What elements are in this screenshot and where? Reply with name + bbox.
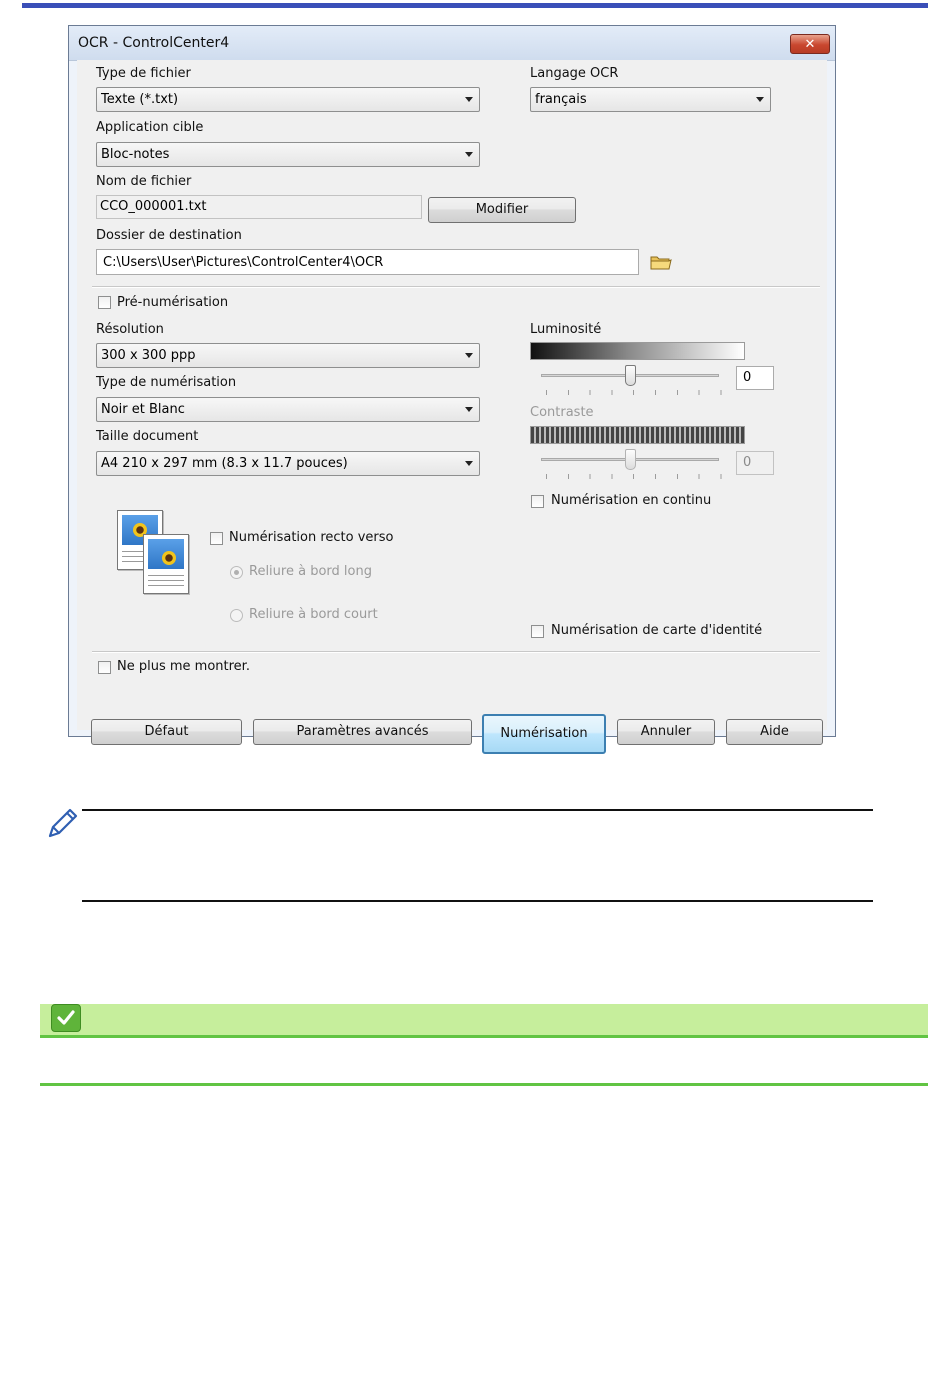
long-edge-radio[interactable] <box>230 566 243 579</box>
chevron-down-icon <box>756 97 764 102</box>
scan-type-select[interactable]: Noir et Blanc <box>96 397 480 422</box>
cancel-button[interactable]: Annuler <box>617 719 715 745</box>
sunflower-icon <box>162 551 176 565</box>
file-type-value: Texte (*.txt) <box>101 92 179 107</box>
chevron-down-icon <box>465 353 473 358</box>
brightness-label: Luminosité <box>530 322 602 337</box>
prescan-label: Pré-numérisation <box>117 295 229 310</box>
chevron-down-icon <box>465 97 473 102</box>
doc-size-label: Taille document <box>96 429 199 444</box>
related-info-bottom-rule <box>40 1083 928 1086</box>
chevron-down-icon <box>465 152 473 157</box>
ocr-dialog: OCR - ControlCenter4 ✕ Type de fichier T… <box>68 25 836 754</box>
close-icon: ✕ <box>804 37 816 52</box>
destination-field[interactable]: C:\Users\User\Pictures\ControlCenter4\OC… <box>96 249 639 275</box>
scan-type-value: Noir et Blanc <box>101 402 185 417</box>
help-button[interactable]: Aide <box>726 719 823 745</box>
modify-button[interactable]: Modifier <box>428 197 576 223</box>
file-type-select[interactable]: Texte (*.txt) <box>96 87 480 112</box>
prescan-checkbox[interactable] <box>98 296 111 309</box>
text-line <box>148 575 184 576</box>
advanced-settings-button[interactable]: Paramètres avancés <box>253 719 472 745</box>
chevron-down-icon <box>465 407 473 412</box>
contrast-label: Contraste <box>530 405 594 420</box>
duplex-illustration-back <box>143 534 189 594</box>
default-button[interactable]: Défaut <box>91 719 242 745</box>
file-name-label: Nom de fichier <box>96 174 192 189</box>
note-top-rule <box>82 809 873 811</box>
page-top-bar <box>22 3 928 8</box>
dialog-title: OCR - ControlCenter4 <box>78 35 230 51</box>
note-bottom-rule <box>82 900 873 902</box>
checkmark-icon <box>51 1004 81 1032</box>
continuous-checkbox[interactable] <box>531 495 544 508</box>
separator <box>92 651 820 653</box>
folder-icon[interactable] <box>650 253 672 271</box>
related-info-band <box>40 1004 928 1036</box>
contrast-slider[interactable] <box>624 449 636 470</box>
dialog-body: Type de fichier Texte (*.txt) Langage OC… <box>77 60 827 754</box>
text-line <box>148 585 184 586</box>
file-name-field: CCO_000001.txt <box>96 195 422 219</box>
chevron-down-icon <box>465 461 473 466</box>
related-info-rule <box>40 1035 928 1038</box>
dont-show-checkbox[interactable] <box>98 661 111 674</box>
photo-icon <box>148 539 184 569</box>
separator <box>92 286 820 288</box>
duplex-label: Numérisation recto verso <box>229 530 394 545</box>
ocr-language-select[interactable]: français <box>530 87 771 112</box>
destination-label: Dossier de destination <box>96 228 242 243</box>
brightness-input[interactable]: 0 <box>736 366 774 390</box>
continuous-label: Numérisation en continu <box>551 493 712 508</box>
contrast-input[interactable]: 0 <box>736 451 774 475</box>
resolution-select[interactable]: 300 x 300 ppp <box>96 343 480 368</box>
close-button[interactable]: ✕ <box>790 34 830 54</box>
scan-button[interactable]: Numérisation <box>482 714 606 754</box>
ocr-language-label: Langage OCR <box>530 66 619 81</box>
duplex-checkbox[interactable] <box>210 532 223 545</box>
id-card-label: Numérisation de carte d'identité <box>551 623 763 638</box>
contrast-value: 0 <box>743 455 752 470</box>
pencil-icon <box>48 808 78 838</box>
file-type-label: Type de fichier <box>96 66 191 81</box>
ocr-language-value: français <box>535 92 587 107</box>
target-app-label: Application cible <box>96 120 204 135</box>
id-card-checkbox[interactable] <box>531 625 544 638</box>
brightness-slider[interactable] <box>624 365 636 386</box>
brightness-value: 0 <box>743 370 752 385</box>
target-app-select[interactable]: Bloc-notes <box>96 142 480 167</box>
long-edge-label: Reliure à bord long <box>249 564 372 579</box>
file-name-value: CCO_000001.txt <box>100 199 207 214</box>
resolution-value: 300 x 300 ppp <box>101 348 196 363</box>
brightness-ticks <box>546 390 722 395</box>
contrast-ticks <box>546 474 722 479</box>
dont-show-label: Ne plus me montrer. <box>117 659 250 674</box>
short-edge-label: Reliure à bord court <box>249 607 378 622</box>
scan-type-label: Type de numérisation <box>96 375 237 390</box>
doc-size-value: A4 210 x 297 mm (8.3 x 11.7 pouces) <box>101 456 348 471</box>
target-app-value: Bloc-notes <box>101 147 170 162</box>
text-line <box>148 580 184 581</box>
checkmark-glyph <box>57 1010 75 1025</box>
brightness-gradient <box>530 342 745 360</box>
destination-value: C:\Users\User\Pictures\ControlCenter4\OC… <box>103 255 384 270</box>
contrast-gradient <box>530 426 745 444</box>
dialog-titlebar: OCR - ControlCenter4 ✕ <box>69 26 835 61</box>
short-edge-radio[interactable] <box>230 609 243 622</box>
doc-size-select[interactable]: A4 210 x 297 mm (8.3 x 11.7 pouces) <box>96 451 480 476</box>
resolution-label: Résolution <box>96 322 164 337</box>
